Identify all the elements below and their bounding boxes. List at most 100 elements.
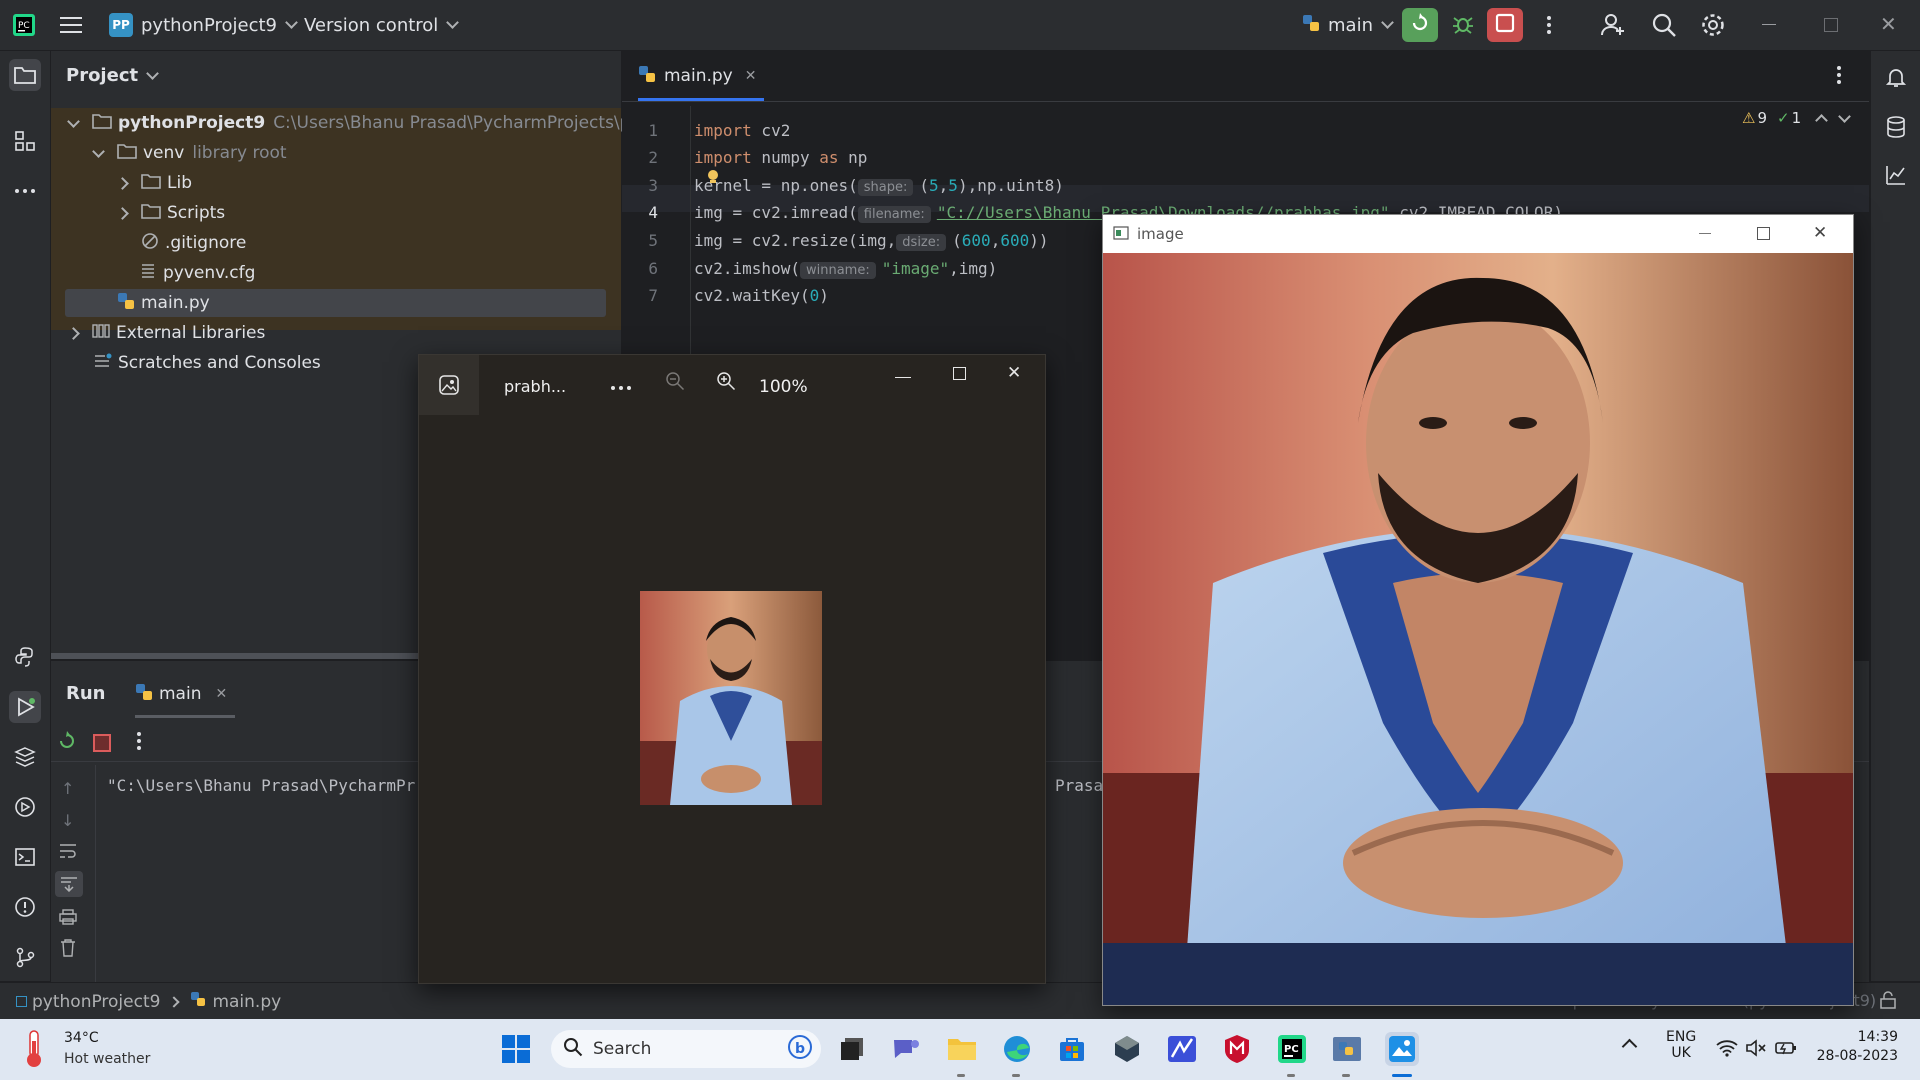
collapse-chevron-icon: [116, 206, 129, 220]
editor-more-icon[interactable]: [1836, 65, 1842, 89]
search-icon[interactable]: [1651, 12, 1677, 42]
photo-preview: [640, 591, 822, 805]
tree-item-gitignore[interactable]: .gitignore: [141, 228, 246, 258]
show-hidden-icons-chevron[interactable]: [1621, 1038, 1638, 1055]
language-indicator[interactable]: ENG UK: [1666, 1029, 1696, 1061]
python-taskbar-icon[interactable]: [1330, 1032, 1364, 1066]
sciview-icon[interactable]: [1884, 163, 1908, 191]
debug-button[interactable]: [1446, 8, 1480, 42]
app-cube-icon[interactable]: [1110, 1032, 1144, 1066]
file-explorer-icon[interactable]: [945, 1032, 979, 1066]
notifications-bell-icon[interactable]: [1884, 65, 1908, 93]
pycharm-logo-icon[interactable]: PC: [12, 0, 36, 50]
editor-tab-main-py[interactable]: main.py ✕: [638, 51, 756, 101]
scroll-up-icon[interactable]: ↑: [61, 779, 74, 798]
minimize-icon[interactable]: [1699, 233, 1711, 234]
project-panel-header[interactable]: Project: [66, 65, 159, 86]
maximize-icon[interactable]: [1757, 227, 1770, 240]
more-actions-icon[interactable]: [1537, 8, 1561, 42]
run-tool-icon[interactable]: [9, 691, 41, 723]
python-packages-icon[interactable]: [9, 741, 41, 773]
weather-desc[interactable]: Hot weather: [64, 1051, 150, 1067]
close-icon[interactable]: ✕: [1813, 223, 1827, 243]
close-tab-icon[interactable]: ✕: [745, 68, 757, 84]
weather-temp[interactable]: 34°C: [64, 1030, 99, 1046]
run-tab-main[interactable]: main ✕: [135, 681, 227, 707]
terminal-icon[interactable]: [9, 841, 41, 873]
minimize-icon[interactable]: [895, 365, 911, 378]
breadcrumb-project[interactable]: pythonProject9: [32, 992, 160, 1012]
maximize-window-icon[interactable]: [1824, 18, 1838, 32]
opencv-image-window: image ✕: [1102, 214, 1854, 1006]
volume-muted-icon[interactable]: [1745, 1039, 1767, 1061]
git-icon[interactable]: [9, 941, 41, 973]
close-window-icon[interactable]: ✕: [1880, 12, 1897, 36]
more-options-icon[interactable]: [610, 376, 632, 395]
clock-date: 28-08-2023: [1816, 1048, 1898, 1064]
mcafee-icon[interactable]: [1220, 1032, 1254, 1066]
trash-icon[interactable]: [60, 939, 76, 961]
tree-item-pythonproject9[interactable]: pythonProject9 C:\Users\Bhanu Prasad\Pyc…: [67, 108, 668, 138]
tree-item-venv[interactable]: venv library root: [92, 138, 287, 168]
config-file-icon: [141, 263, 155, 284]
read-only-lock-icon[interactable]: [1880, 991, 1896, 1014]
collapse-chevron-icon: [67, 326, 80, 340]
tree-item-scratches[interactable]: Scratches and Consoles: [94, 348, 321, 378]
zoom-out-icon[interactable]: [665, 371, 685, 395]
rerun-icon[interactable]: [57, 731, 77, 755]
problems-icon[interactable]: [9, 891, 41, 923]
taskbar-search-box[interactable]: Search b: [551, 1030, 821, 1068]
stop-icon[interactable]: [93, 734, 111, 752]
module-icon: [16, 996, 27, 1007]
app-chart-icon[interactable]: [1165, 1032, 1199, 1066]
breadcrumb-file[interactable]: main.py: [212, 992, 281, 1012]
stop-button[interactable]: [1487, 8, 1523, 42]
tree-item-label: .gitignore: [165, 233, 247, 253]
close-tab-icon[interactable]: ✕: [215, 686, 227, 702]
wifi-icon[interactable]: [1716, 1039, 1738, 1061]
project-tool-icon[interactable]: [9, 59, 41, 91]
photos-app-icon[interactable]: [419, 355, 479, 415]
maximize-icon[interactable]: [953, 367, 966, 380]
more-actions-icon[interactable]: [136, 731, 142, 755]
scroll-down-icon[interactable]: ↓: [61, 811, 74, 830]
weather-icon[interactable]: [20, 1029, 48, 1073]
battery-icon[interactable]: [1775, 1039, 1797, 1061]
main-menu-icon[interactable]: [60, 0, 82, 50]
minimize-window-icon[interactable]: [1762, 14, 1782, 34]
run-config-selector[interactable]: main: [1302, 0, 1394, 50]
tree-item-pyvenv-cfg[interactable]: pyvenv.cfg: [141, 258, 255, 288]
code-token: ): [819, 286, 829, 305]
tree-item-lib[interactable]: Lib: [116, 168, 192, 198]
task-view-icon[interactable]: [835, 1032, 869, 1066]
add-user-icon[interactable]: [1600, 12, 1626, 42]
lightbulb-icon[interactable]: [706, 169, 720, 189]
services-icon[interactable]: [9, 791, 41, 823]
pycharm-taskbar-icon[interactable]: PC: [1275, 1032, 1309, 1066]
edge-browser-icon[interactable]: [1000, 1032, 1034, 1066]
more-tools-icon[interactable]: [9, 175, 41, 207]
python-console-icon[interactable]: [9, 641, 41, 673]
scroll-to-end-icon[interactable]: [55, 871, 83, 897]
zoom-in-icon[interactable]: [716, 371, 736, 395]
clock[interactable]: 14:39 28-08-2023: [1814, 1029, 1898, 1064]
database-icon[interactable]: [1884, 115, 1908, 143]
run-output-line: "C:\Users\Bhanu Prasad\PycharmPr: [107, 776, 416, 795]
close-icon[interactable]: ✕: [1007, 363, 1021, 383]
microsoft-store-icon[interactable]: [1055, 1032, 1089, 1066]
print-icon[interactable]: [59, 909, 77, 929]
tree-item-main-py[interactable]: main.py: [117, 288, 210, 318]
soft-wrap-icon[interactable]: [59, 843, 77, 863]
windows-start-icon[interactable]: [499, 1032, 533, 1066]
teams-chat-icon[interactable]: [889, 1032, 923, 1066]
tree-item-external-libraries[interactable]: External Libraries: [67, 318, 265, 348]
settings-gear-icon[interactable]: [1700, 12, 1726, 42]
rerun-button[interactable]: [1402, 8, 1438, 42]
zoom-level[interactable]: 100%: [759, 377, 808, 397]
project-switcher[interactable]: PP pythonProject9: [109, 0, 298, 50]
project-badge: PP: [109, 13, 133, 37]
structure-tool-icon[interactable]: [9, 125, 41, 157]
tree-item-scripts[interactable]: Scripts: [116, 198, 225, 228]
version-control-menu[interactable]: Version control: [304, 0, 460, 50]
photos-taskbar-icon[interactable]: [1385, 1032, 1419, 1066]
